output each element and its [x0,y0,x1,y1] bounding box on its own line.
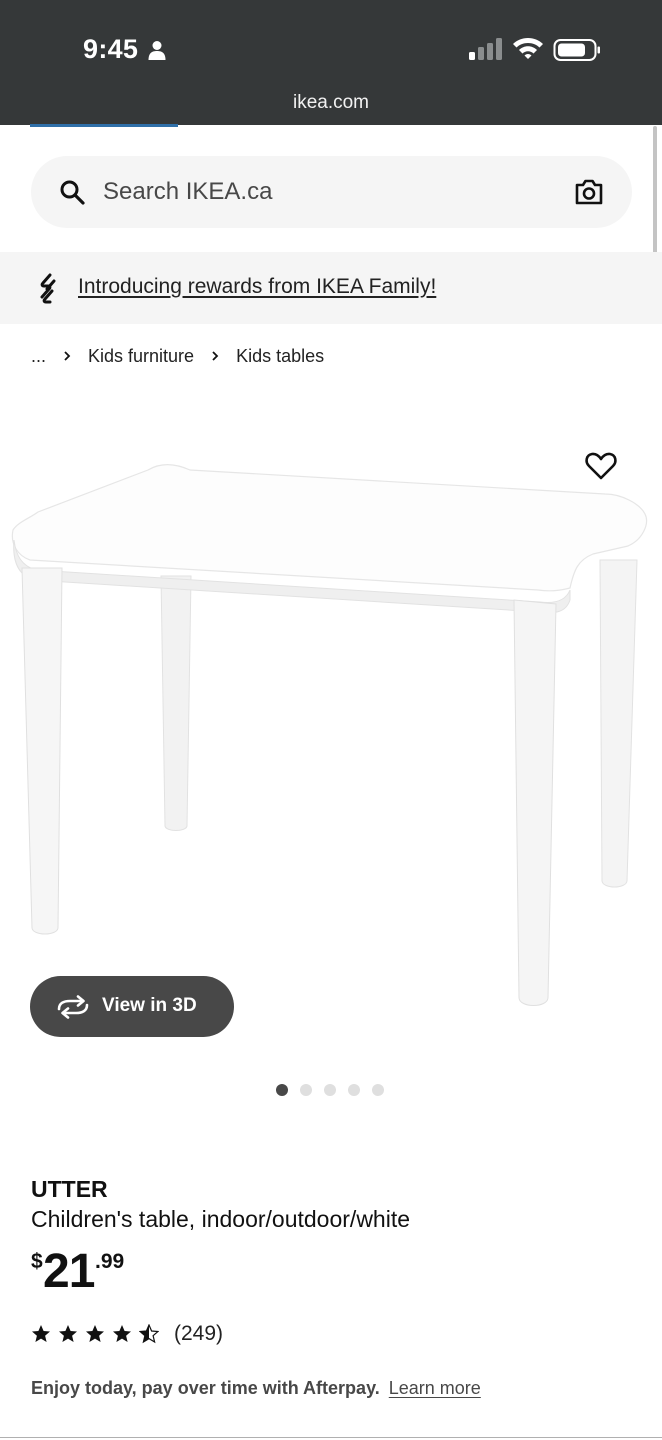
carousel-dot-1[interactable] [276,1084,288,1096]
price-integer: 21 [43,1245,95,1298]
wishlist-heart-icon[interactable] [584,450,618,482]
page-load-progress [30,124,178,127]
rating-count: (249) [174,1322,224,1345]
afterpay-learn-more-link[interactable]: Learn more [389,1378,481,1398]
person-icon [148,41,166,60]
scrollbar[interactable] [653,126,657,266]
search-bar[interactable] [31,156,632,228]
status-time: 9:45 [83,34,139,64]
browser-top-bar: 9:45 ikea.com [0,0,662,125]
url-bar[interactable]: ikea.com [0,92,662,114]
star-full-icon [59,1325,77,1342]
image-carousel-dots [276,1084,384,1096]
chevron-right-icon [212,351,219,361]
search-input[interactable] [103,156,543,228]
view-in-3d-label: View in 3D [102,995,197,1016]
carousel-dot-3[interactable] [324,1084,336,1096]
product-name: UTTER [31,1176,108,1202]
ikea-family-icon [40,273,56,304]
battery-icon [553,39,600,61]
carousel-dot-5[interactable] [372,1084,384,1096]
search-icon[interactable] [59,179,85,205]
chevron-right-icon [64,351,71,361]
divider [0,1437,662,1438]
breadcrumb-item-kids-tables[interactable]: Kids tables [236,346,324,367]
rotate-3d-icon [57,995,89,1019]
view-in-3d-button[interactable]: View in 3D [30,976,234,1037]
price-decimal: .99 [95,1250,125,1273]
star-full-icon [113,1325,131,1342]
price-currency: $ [31,1250,43,1273]
breadcrumb-item-kids-furniture[interactable]: Kids furniture [88,346,194,367]
breadcrumb: ... Kids furniture Kids tables [31,344,324,368]
rewards-banner: Introducing rewards from IKEA Family! [0,252,662,324]
star-full-icon [86,1325,104,1342]
wifi-icon [513,38,543,59]
star-half-icon [139,1324,159,1344]
carousel-dot-4[interactable] [348,1084,360,1096]
rewards-link[interactable]: Introducing rewards from IKEA Family! [78,275,436,299]
camera-search-icon[interactable] [574,179,604,205]
product-description: Children's table, indoor/outdoor/white [31,1206,411,1232]
star-full-icon [32,1325,50,1342]
cellular-signal-icon [469,38,502,60]
product-image[interactable] [0,400,662,1060]
breadcrumb-item-more[interactable]: ... [31,346,46,367]
product-rating[interactable]: (249) [31,1322,223,1346]
afterpay-text: Enjoy today, pay over time with Afterpay… [31,1378,380,1398]
afterpay-message: Enjoy today, pay over time with Afterpay… [31,1378,481,1399]
carousel-dot-2[interactable] [300,1084,312,1096]
